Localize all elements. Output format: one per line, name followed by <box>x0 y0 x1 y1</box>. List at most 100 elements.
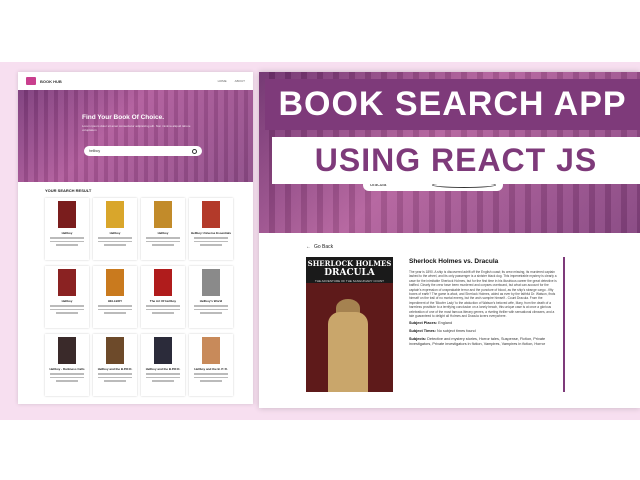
book-card-meta <box>194 237 228 239</box>
subjects: Subjects: Detective and mystery stories,… <box>409 337 559 347</box>
book-cover-thumb <box>154 269 172 296</box>
book-card[interactable]: HELLBOY <box>93 266 137 328</box>
book-card-title: Hellboy and the B.P.R.D. <box>97 367 133 371</box>
book-card-meta <box>146 308 180 310</box>
book-card[interactable]: Hellboy's World <box>189 266 233 328</box>
subtitle-banner: USING REACT JS <box>272 137 640 184</box>
book-card-title: HELLBOY <box>107 299 123 303</box>
book-cover-thumb <box>58 269 76 296</box>
book-card-meta <box>50 305 84 307</box>
top-band <box>0 0 640 62</box>
book-card-meta <box>98 308 132 310</box>
book-card[interactable]: Hellboy and the B. P. R. <box>189 334 233 396</box>
book-card[interactable]: Hellboy <box>45 198 89 260</box>
book-card-title: The Art Of Hellboy <box>149 299 177 303</box>
book-cover-thumb <box>106 269 124 296</box>
hero-title: Find Your Book Of Choice. <box>82 114 165 121</box>
book-card[interactable]: Hellboy <box>45 266 89 328</box>
book-card-meta <box>194 240 228 242</box>
cover-title-line1: SHERLOCK HOLMES <box>307 259 392 268</box>
book-card-meta <box>98 373 132 375</box>
book-card-meta <box>146 237 180 239</box>
subject-times: Subject Times: No subject times found <box>409 329 559 334</box>
hero-subtitle: Lorem ipsum dolor sit amet consectetur a… <box>82 124 191 132</box>
book-card[interactable]: Hellboy <box>93 198 137 260</box>
book-grid: Hellboy Hellboy Hellboy Hellboy Universe Es… <box>45 198 233 396</box>
book-card[interactable]: Hellboy - Darkness Calls <box>45 334 89 396</box>
accent-bar <box>563 257 565 392</box>
cover-figure <box>328 312 368 392</box>
book-card-meta <box>194 308 228 310</box>
book-card-meta <box>98 376 132 378</box>
subject-places-value: England <box>438 321 453 326</box>
banner-line1: BOOK SEARCH APP <box>278 85 627 123</box>
book-card-meta <box>194 305 228 307</box>
book-description: The year is 1890. A ship is discovered a… <box>409 270 557 319</box>
book-card-meta <box>200 244 222 246</box>
book-card[interactable]: Hellboy Universe Essentials <box>189 198 233 260</box>
banner-line2: USING REACT JS <box>314 142 598 178</box>
book-cover-thumb <box>202 337 220 364</box>
book-card-meta <box>104 244 126 246</box>
book-card-meta <box>152 244 174 246</box>
book-card[interactable]: The Art Of Hellboy <box>141 266 185 328</box>
nav-home[interactable]: HOME <box>218 79 227 83</box>
search-results-screenshot: BOOK HUB HOME ABOUT Find Your Book Of Ch… <box>18 72 253 404</box>
book-card-meta <box>98 237 132 239</box>
subject-places: Subject Places: England <box>409 321 559 326</box>
go-back-button[interactable]: ← Go Back <box>306 244 333 250</box>
book-card-meta <box>146 305 180 307</box>
bottom-band <box>0 420 640 480</box>
book-card-meta <box>146 240 180 242</box>
book-cover-thumb <box>106 337 124 364</box>
book-card-meta <box>56 312 78 314</box>
book-card-title: Hellboy and the B. P. R. <box>194 367 228 371</box>
book-card-meta <box>152 312 174 314</box>
book-card-meta <box>50 376 84 378</box>
book-card-meta <box>56 380 78 382</box>
book-card[interactable]: Hellboy and the B.P.R.D. <box>93 334 137 396</box>
arrow-left-icon: ← <box>306 244 311 250</box>
book-cover-thumb <box>154 201 172 228</box>
book-card-meta <box>50 237 84 239</box>
nav-about[interactable]: ABOUT <box>235 79 245 83</box>
book-card-title: Hellboy <box>109 231 121 235</box>
book-cover-thumb <box>58 337 76 364</box>
hero: Find Your Book Of Choice. Lorem ipsum do… <box>18 90 253 182</box>
book-card-meta <box>194 376 228 378</box>
book-card-title: Hellboy and the B.P.R.D. <box>145 367 181 371</box>
book-card-meta <box>200 312 222 314</box>
search-icon[interactable] <box>192 148 197 154</box>
cover-title-line2: DRACULA <box>324 268 375 278</box>
book-cover-thumb <box>106 201 124 228</box>
book-card-title: Hellboy <box>157 231 169 235</box>
book-card-meta <box>56 244 78 246</box>
book-cover-thumb <box>202 201 220 228</box>
book-card-meta <box>50 308 84 310</box>
book-cover-thumb <box>154 337 172 364</box>
search-value: hellboy <box>89 149 101 153</box>
book-card-meta <box>194 373 228 375</box>
hero-background <box>18 90 253 182</box>
book-title: Sherlock Holmes vs. Dracula <box>409 258 499 265</box>
subject-times-label: Subject Times: <box>409 329 436 334</box>
book-cover: SHERLOCK HOLMES DRACULA THE ADVENTURE OF… <box>306 257 393 392</box>
results-title: YOUR SEARCH RESULT <box>45 188 92 193</box>
subjects-value: Detective and mystery stories, Horror ta… <box>409 337 546 347</box>
book-card-title: Hellboy <box>61 231 73 235</box>
book-card-title: Hellboy's World <box>199 299 223 303</box>
book-card-meta <box>146 376 180 378</box>
search-input[interactable]: hellboy <box>84 146 202 156</box>
subjects-label: Subjects: <box>409 337 427 342</box>
book-card-meta <box>50 240 84 242</box>
subject-places-label: Subject Places: <box>409 321 438 326</box>
book-cover-thumb <box>58 201 76 228</box>
book-card-meta <box>152 380 174 382</box>
book-card[interactable]: Hellboy <box>141 198 185 260</box>
book-card-meta <box>146 373 180 375</box>
book-card[interactable]: Hellboy and the B.P.R.D. <box>141 334 185 396</box>
title-banner: BOOK SEARCH APP <box>265 79 640 130</box>
book-details: Sherlock Holmes vs. Dracula The year is … <box>409 258 559 347</box>
brand-name: BOOK HUB <box>40 78 62 84</box>
navbar: BOOK HUB HOME ABOUT <box>18 72 253 90</box>
